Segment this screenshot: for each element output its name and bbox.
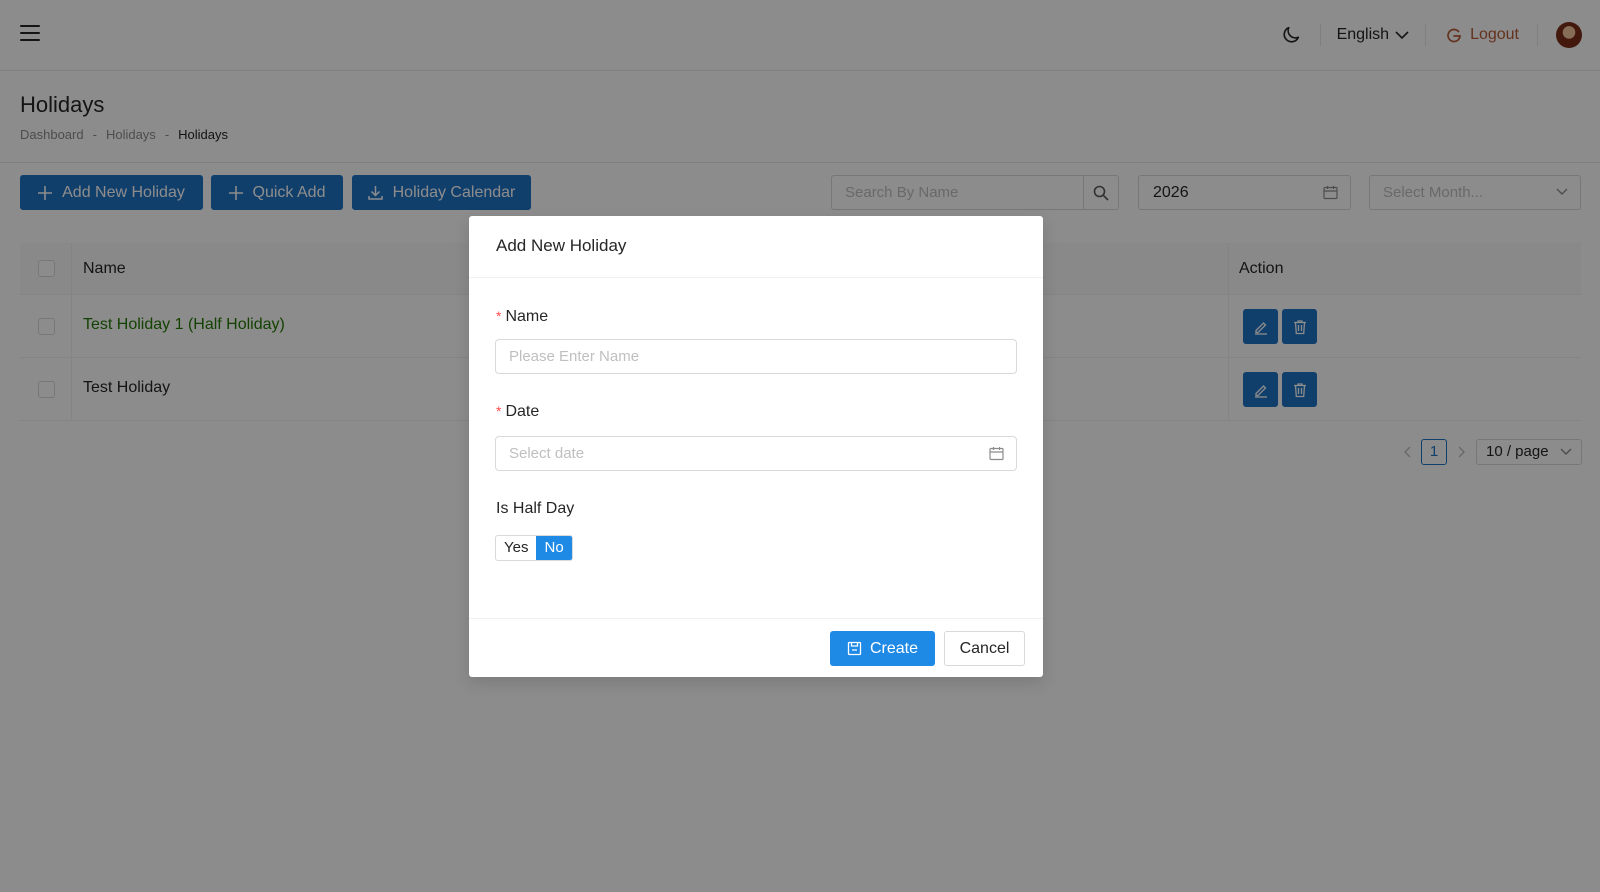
- date-input[interactable]: [496, 437, 1016, 470]
- half-day-yes-option[interactable]: Yes: [496, 536, 536, 560]
- add-holiday-modal: Add New Holiday *Name *Date Is Half Day …: [469, 216, 1043, 677]
- half-day-no-option[interactable]: No: [536, 536, 572, 560]
- create-button[interactable]: Create: [830, 631, 935, 666]
- calendar-icon: [989, 447, 1004, 461]
- save-icon: [847, 641, 862, 656]
- date-field: [495, 436, 1017, 471]
- date-field-label: * Date: [496, 403, 539, 421]
- half-day-label: Is Half Day: [496, 500, 575, 517]
- required-mark: *: [496, 308, 502, 324]
- name-field-label: * Name: [496, 308, 548, 326]
- date-label-text: Date: [505, 403, 540, 420]
- name-input[interactable]: [496, 340, 1016, 373]
- required-mark: *: [496, 403, 502, 419]
- name-label-text: Name: [505, 308, 549, 325]
- half-day-toggle: Yes No: [495, 535, 573, 561]
- cancel-button[interactable]: Cancel: [944, 631, 1025, 666]
- create-label: Create: [869, 639, 919, 657]
- modal-footer: Create Cancel: [469, 618, 1043, 677]
- name-field: [495, 339, 1017, 374]
- modal-title: Add New Holiday: [469, 216, 1043, 278]
